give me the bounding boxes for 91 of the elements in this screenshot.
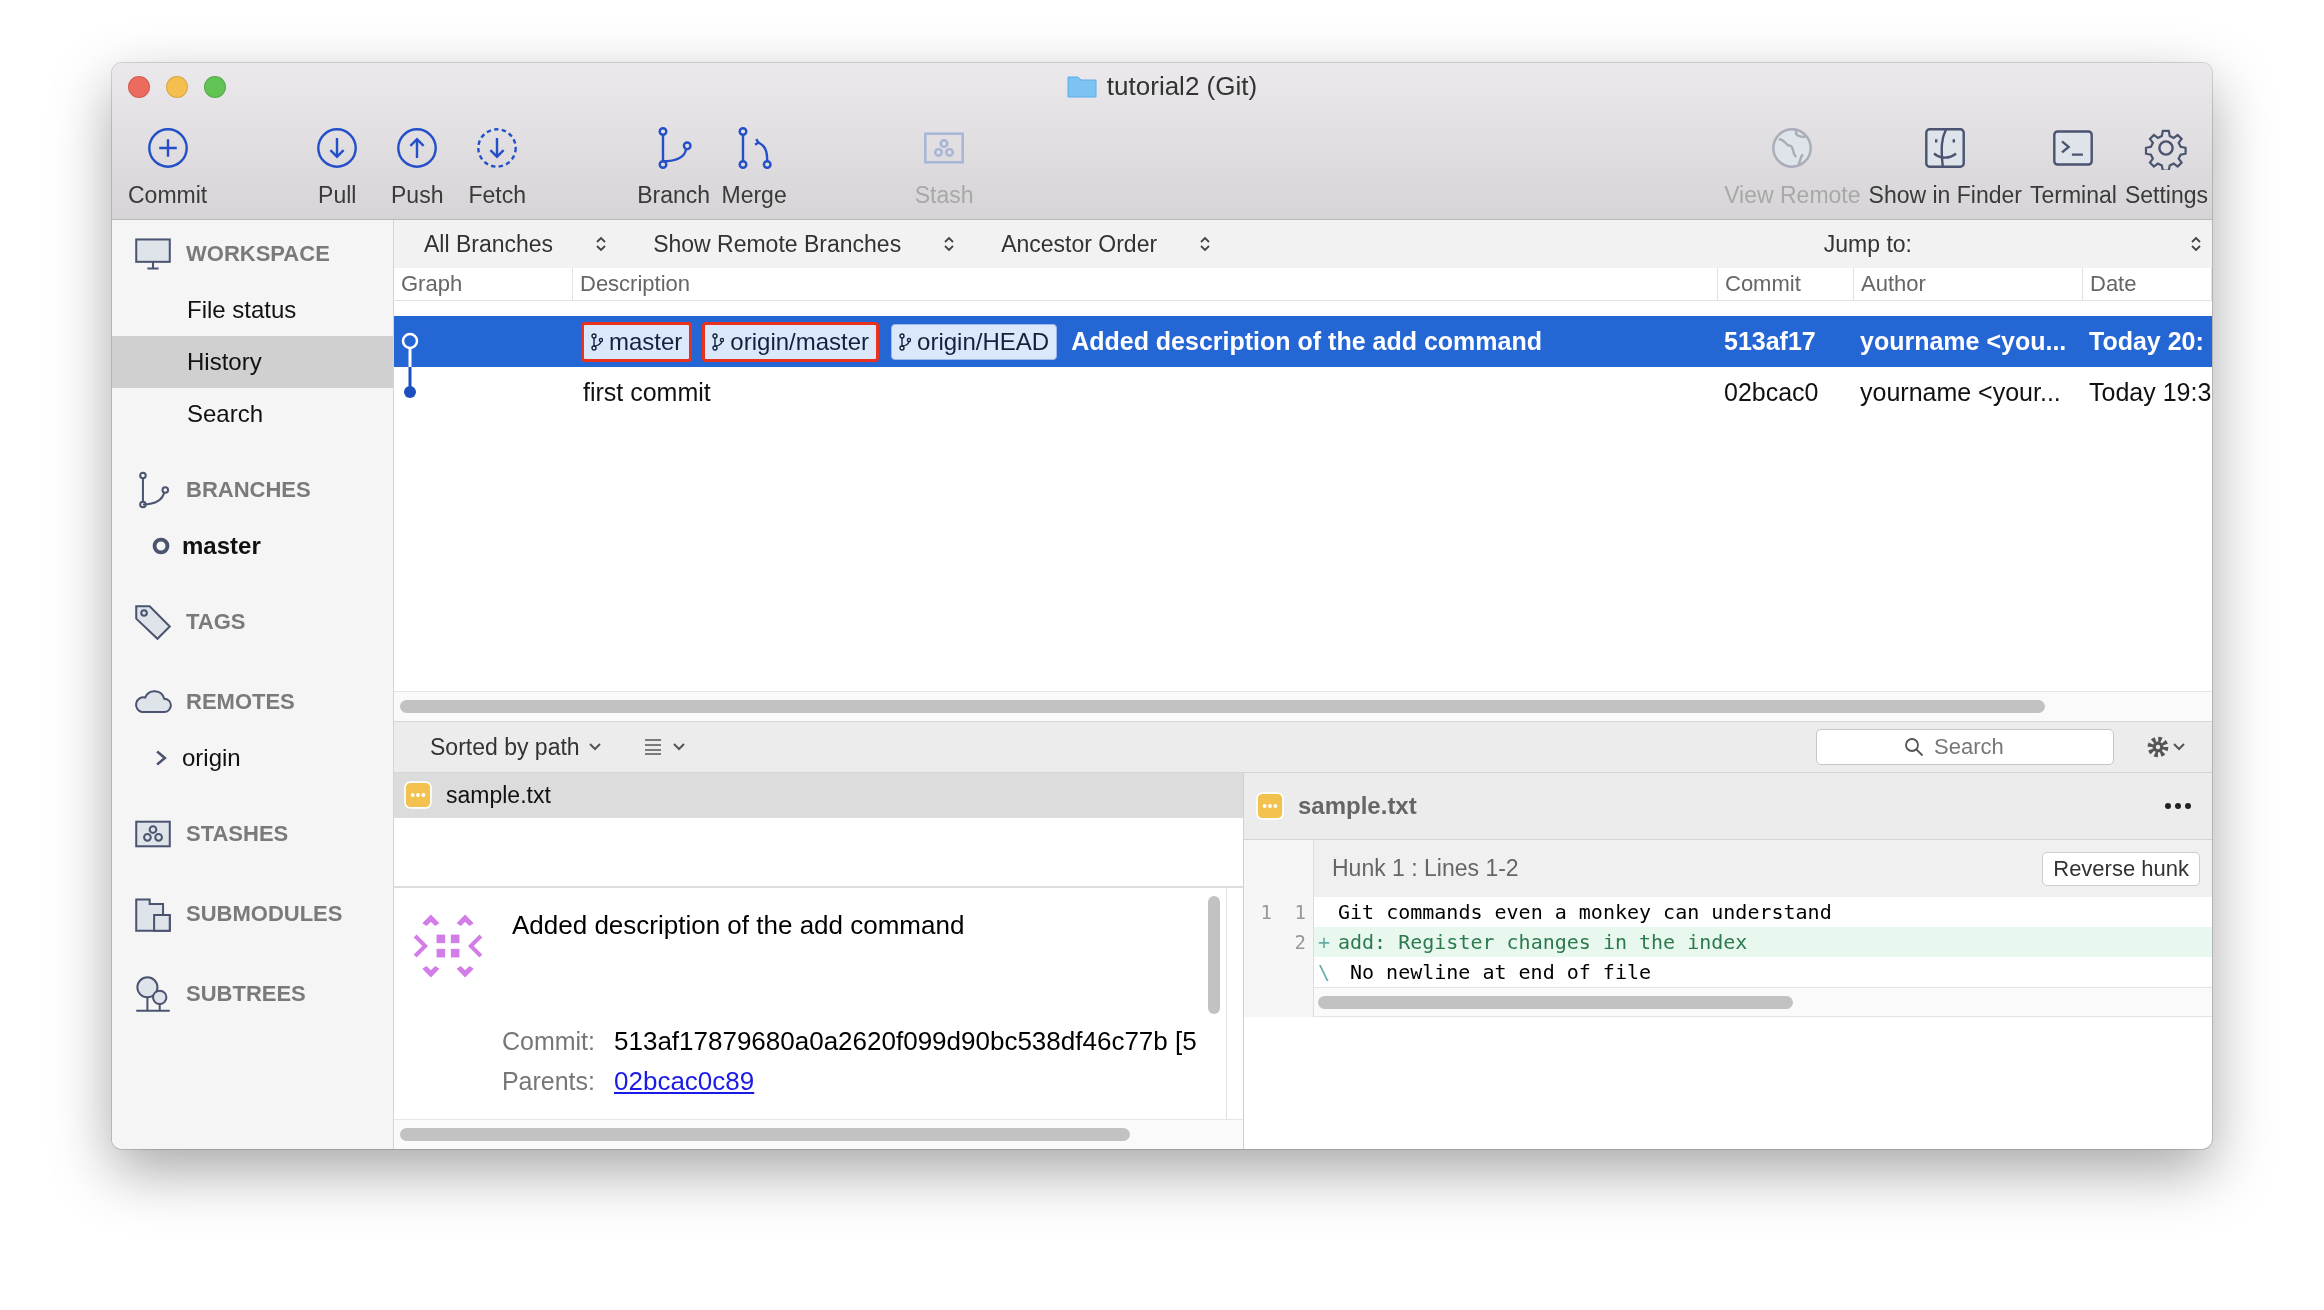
commit-title: Added description of the add command [512,910,965,942]
toolbar-button[interactable]: Commit [124,126,212,209]
sort-dropdown[interactable]: Sorted by path [424,732,608,762]
minimize-button[interactable] [166,76,188,98]
commit-date: Today 19:3 [2088,377,2212,408]
column-header[interactable]: Date [2083,268,2212,300]
horizontal-scrollbar[interactable] [394,1119,1243,1149]
section-title: TAGS [186,609,246,635]
close-button[interactable] [128,76,150,98]
finder-icon [1923,126,1968,170]
tag-icon [134,603,172,641]
section-title: SUBTREES [186,981,306,1007]
search-icon [1904,737,1924,757]
more-icon[interactable] [2164,802,2192,810]
download-icon [475,126,520,170]
jump-to-label: Jump to: [1823,230,1912,258]
commit-date: Today 20: [2088,326,2205,357]
sidebar-item[interactable]: Search [112,388,393,440]
sidebar-item[interactable]: master [112,520,393,572]
branch-icon [712,332,725,351]
chevron-down-icon [587,742,602,752]
filter-dropdown[interactable]: All Branches [418,230,648,258]
commit-author: yourname <your... [1859,377,2062,408]
parent-link[interactable]: 02bcac0c89 [614,1065,1188,1097]
download-icon [315,126,360,170]
globe-icon [1770,126,1815,170]
chevron-down-icon [671,742,686,752]
file-name: sample.txt [446,781,551,809]
field-label: Parents: [500,1066,596,1096]
reverse-hunk-button[interactable]: Reverse hunk [2042,851,2200,886]
commit-hash: 513af17 [1723,326,1817,357]
toolbar-button[interactable]: Show in Finder [1864,126,2026,209]
commit-message: first commit [583,378,711,407]
line-number: 1 [1259,901,1272,923]
up-down-arrows-icon [2190,235,2202,253]
line-number: 2 [1293,931,1306,953]
commit-hash: 513af17879680a0a2620f099d90bc538df46c77b [5 [614,1025,1197,1057]
section-title: BRANCHES [186,477,311,503]
trees-icon [134,975,172,1013]
field-label: Commit: [500,1026,596,1056]
commit-row[interactable]: master origin/master origin/HEAD Added description of the add command 513af17 yourname <you... Today 20: [394,316,2212,367]
toolbar-button[interactable]: Fetch [457,126,538,209]
up-down-arrows-icon [1199,235,1212,253]
column-header[interactable]: Commit [1718,268,1854,300]
toolbar-button[interactable]: Merge [714,126,795,209]
horizontal-scrollbar[interactable] [394,691,2212,721]
horizontal-scrollbar[interactable] [1314,987,2212,1017]
toolbar-button[interactable]: Pull [297,126,378,209]
upload-icon [395,126,440,170]
folders-icon [134,895,172,933]
toolbar-button[interactable]: Terminal [2025,126,2121,209]
modified-file-icon [1256,792,1284,820]
section-title: WORKSPACE [186,241,330,267]
branch-tag[interactable]: origin/master [702,321,880,362]
up-down-arrows-icon [943,235,956,253]
line-number: 1 [1293,901,1306,923]
filter-dropdown[interactable]: Show Remote Branches [647,230,996,258]
list-icon [643,738,662,756]
branch-tag[interactable]: master [581,321,693,362]
hunk-title: Hunk 1 : Lines 1-2 [1332,855,1519,882]
toolbar-button[interactable]: Branch [633,126,715,209]
section-title: REMOTES [186,689,295,715]
current-branch-icon [152,537,170,555]
section-title: SUBMODULES [186,901,343,927]
sidebar-item[interactable]: File status [112,284,393,336]
column-header[interactable]: Author [1854,268,2083,300]
commit-message: Added description of the add command [1071,327,1542,356]
branch-icon [899,332,912,351]
branch-icon [591,332,603,351]
section-title: STASHES [186,821,289,847]
column-header[interactable]: Description [573,268,1718,300]
file-row[interactable]: sample.txt [394,773,1243,818]
sidebar-item[interactable]: History [112,336,393,388]
up-down-arrows-icon [595,235,608,253]
window-title: tutorial2 (Git) [1106,70,1258,102]
commit-hash: 02bcac0 [1723,377,1820,408]
toolbar-button[interactable]: Settings [2120,126,2212,209]
branch-tag[interactable]: origin/HEAD [891,323,1058,360]
zoom-button[interactable] [204,76,226,98]
modified-file-icon [404,781,432,810]
toolbar-button[interactable]: Push [377,126,458,209]
folder-icon [1066,74,1097,98]
plus-circle-icon [145,126,190,170]
diff-file-name: sample.txt [1298,792,1417,820]
chevron-down-icon [2172,742,2186,752]
monitor-icon [134,235,172,273]
commit-author: yourname <you... [1859,326,2068,357]
column-header[interactable]: Graph [394,268,573,300]
sidebar-item[interactable]: origin [112,732,393,784]
settings-icon [2146,735,2170,759]
filter-dropdown[interactable]: Ancestor Order [995,230,1252,258]
